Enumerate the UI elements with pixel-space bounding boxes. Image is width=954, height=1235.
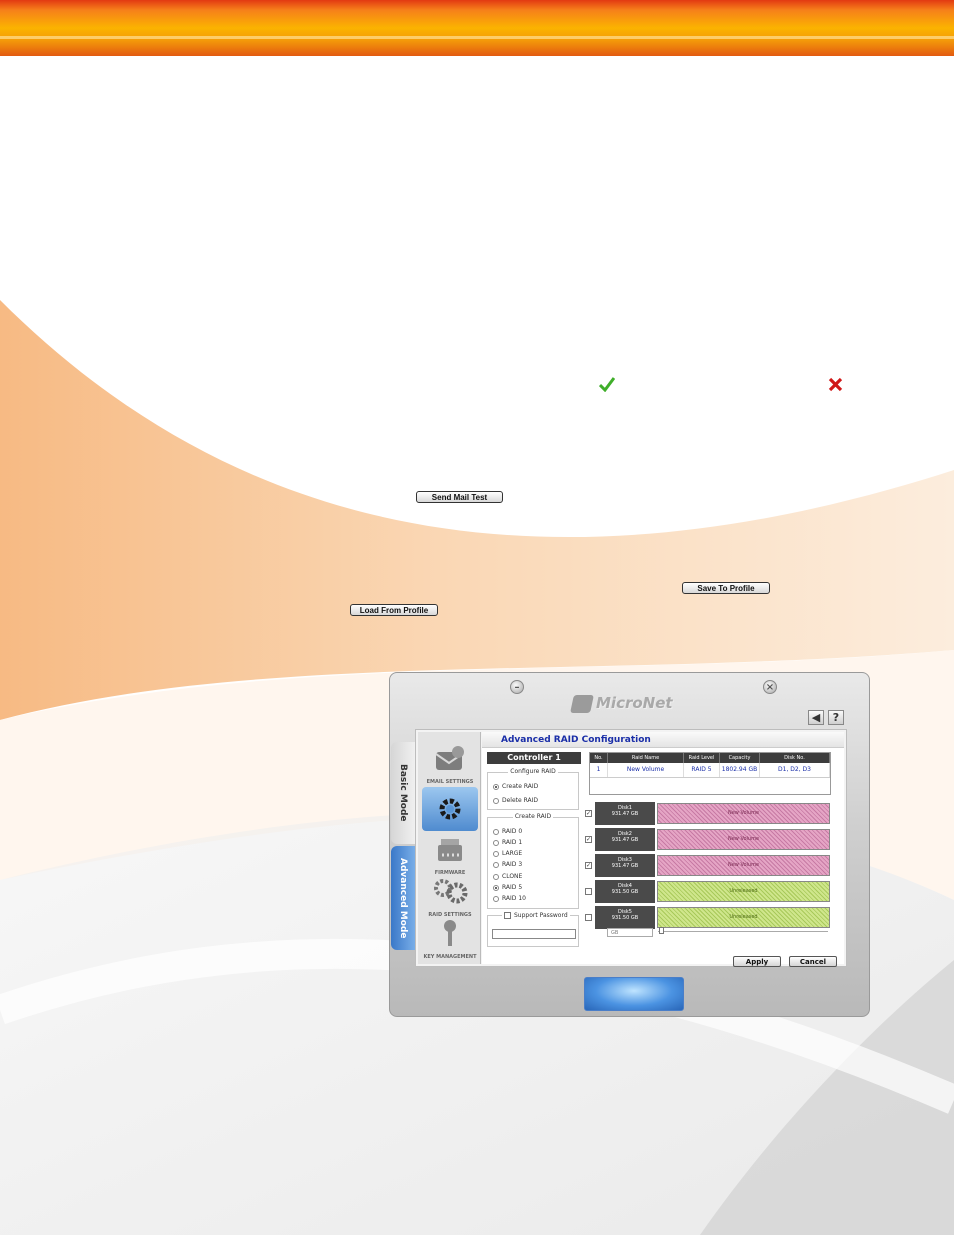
disk-status-bar[interactable]: New Volume	[657, 803, 830, 824]
password-group: Support Password	[487, 912, 579, 947]
gear-icon	[439, 798, 461, 820]
radio-raid-1[interactable]: RAID 1	[493, 839, 522, 846]
password-field[interactable]	[492, 929, 576, 939]
disk-status-bar[interactable]: New Volume	[657, 829, 830, 850]
email-settings-icon	[435, 746, 464, 770]
background-swoosh	[0, 300, 954, 1235]
radio-raid-10[interactable]: RAID 10	[493, 895, 526, 902]
radio-raid-0[interactable]: RAID 0	[493, 828, 522, 835]
disk-checkbox[interactable]: ✓	[585, 862, 592, 869]
radio-clone[interactable]: CLONE	[493, 873, 522, 880]
settings-nav: EMAIL SETTINGS FIRMWARE RAID SETTINGS KE…	[418, 732, 481, 964]
create-raid-group: Create RAID RAID 0 RAID 1 LARGE RAID 3 C…	[487, 813, 579, 909]
disk-label: Disk3 931.47 GB	[595, 854, 655, 877]
disk-label: Disk5 931.50 GB	[595, 906, 655, 929]
unit-select[interactable]: GB	[607, 928, 653, 937]
table-header: No. Raid Name Raid Level Capacity Disk N…	[590, 753, 830, 763]
nav-email-settings[interactable]: EMAIL SETTINGS	[422, 742, 478, 786]
radio-create-raid[interactable]: Create RAID	[493, 783, 538, 790]
nav-raid-config[interactable]	[422, 787, 478, 831]
disk-row-5: Disk5 931.50 GB Unreleased	[585, 906, 830, 929]
radio-large[interactable]: LARGE	[493, 850, 522, 857]
load-from-profile-button[interactable]: Load From Profile	[350, 604, 438, 616]
disk-status-bar[interactable]: New Volume	[657, 855, 830, 876]
disk-label: Disk1 931.47 GB	[595, 802, 655, 825]
controller-header: Controller 1	[487, 752, 581, 764]
x-icon	[828, 377, 843, 392]
disk-status-bar[interactable]: Unreleased	[657, 881, 830, 902]
help-button[interactable]: ?	[828, 710, 844, 725]
check-icon	[599, 377, 615, 392]
close-button[interactable]: ×	[763, 680, 777, 694]
save-to-profile-button[interactable]: Save To Profile	[682, 582, 770, 594]
app-logo: MicroNet	[570, 689, 732, 717]
configure-raid-group: Configure RAID Create RAID Delete RAID	[487, 768, 579, 810]
raid-settings-icon	[434, 879, 468, 904]
firmware-icon	[438, 839, 462, 861]
capacity-slider-handle[interactable]	[659, 927, 664, 934]
raid-config-content: Advanced RAID Configuration Controller 1…	[482, 732, 844, 967]
tab-basic-mode[interactable]: Basic Mode	[391, 742, 415, 844]
disk-row-1: ✓ Disk1 931.47 GB New Volume	[585, 802, 830, 825]
capacity-slider-track	[658, 931, 828, 932]
main-panel: EMAIL SETTINGS FIRMWARE RAID SETTINGS KE…	[415, 729, 847, 967]
table-row[interactable]: 1 New Volume RAID 5 1802.94 GB D1, D2, D…	[590, 763, 830, 778]
disk-label: Disk4 931.50 GB	[595, 880, 655, 903]
nav-firmware[interactable]: FIRMWARE	[422, 833, 478, 877]
disk-row-3: ✓ Disk3 931.47 GB New Volume	[585, 854, 830, 877]
page-title: Advanced RAID Configuration	[482, 732, 844, 748]
nav-raid-settings[interactable]: RAID SETTINGS	[422, 875, 478, 919]
sound-button[interactable]: ◀	[808, 710, 824, 725]
nav-key-management[interactable]: KEY MANAGEMENT	[422, 917, 478, 961]
support-password-checkbox[interactable]: Support Password	[502, 912, 570, 919]
disk-label: Disk2 931.47 GB	[595, 828, 655, 851]
bottom-action-button[interactable]	[584, 977, 684, 1011]
disk-checkbox[interactable]: ✓	[585, 836, 592, 843]
disk-row-4: Disk4 931.50 GB Unreleased	[585, 880, 830, 903]
radio-raid-5[interactable]: RAID 5	[493, 884, 522, 891]
radio-delete-raid[interactable]: Delete RAID	[493, 797, 538, 804]
disk-status-bar[interactable]: Unreleased	[657, 907, 830, 928]
send-mail-test-button[interactable]: Send Mail Test	[416, 491, 503, 503]
apply-button[interactable]: Apply	[733, 956, 781, 967]
raid-volume-table: No. Raid Name Raid Level Capacity Disk N…	[589, 752, 831, 795]
disk-row-2: ✓ Disk2 931.47 GB New Volume	[585, 828, 830, 851]
disk-checkbox[interactable]	[585, 888, 592, 895]
disk-checkbox[interactable]	[585, 914, 592, 921]
tab-advanced-mode[interactable]: Advanced Mode	[391, 846, 415, 950]
radio-raid-3[interactable]: RAID 3	[493, 861, 522, 868]
raid-app-window: – × MicroNet ◀ ? Basic Mode Advanced Mod…	[389, 672, 870, 1017]
cancel-button[interactable]: Cancel	[789, 956, 837, 967]
disk-checkbox[interactable]: ✓	[585, 810, 592, 817]
minimize-button[interactable]: –	[510, 680, 524, 694]
key-management-icon	[444, 920, 456, 946]
